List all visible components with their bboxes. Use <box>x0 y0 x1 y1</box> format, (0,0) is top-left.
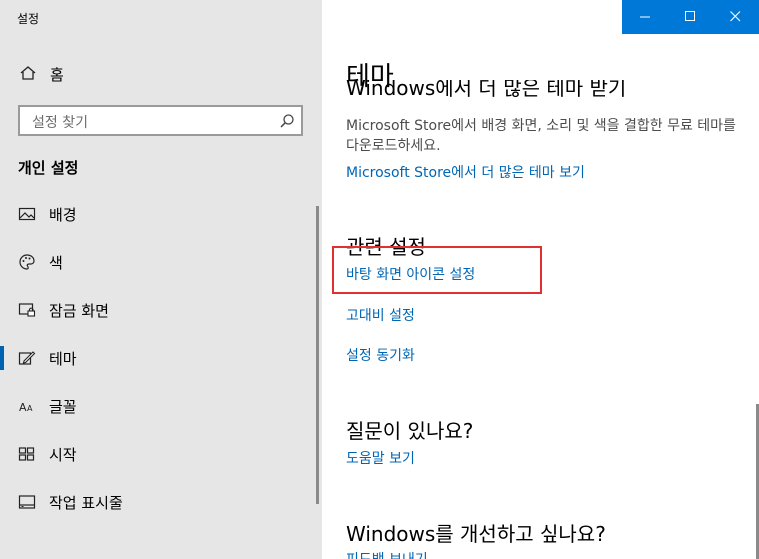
get-help-link[interactable]: 도움말 보기 <box>346 448 415 468</box>
close-icon <box>730 11 741 22</box>
window-title: 설정 <box>17 12 40 26</box>
search-icon[interactable] <box>279 113 295 129</box>
feedback-link[interactable]: 피드백 보내기 <box>346 549 428 559</box>
close-button[interactable] <box>713 0 758 34</box>
sidebar-item-home[interactable]: 홈 <box>0 59 322 89</box>
search-input[interactable]: 설정 찾기 <box>18 105 303 136</box>
section-title: 개인 설정 <box>18 159 79 177</box>
main-content: 테마 Windows에서 더 많은 테마 받기 Microsoft Store에… <box>322 0 759 559</box>
high-contrast-settings-link[interactable]: 고대비 설정 <box>346 305 415 325</box>
sync-settings-link[interactable]: 설정 동기화 <box>346 345 415 365</box>
theme-icon <box>18 349 36 367</box>
sidebar-item-lock-screen[interactable]: 잠금 화면 <box>0 290 316 330</box>
minimize-button[interactable] <box>623 0 668 34</box>
sidebar-item-label: 시작 <box>49 446 77 464</box>
start-icon <box>18 445 36 463</box>
sidebar-item-label: 색 <box>49 254 63 272</box>
minimize-icon <box>640 16 650 18</box>
image-icon <box>18 205 36 223</box>
question-heading: 질문이 있나요? <box>346 419 474 443</box>
maximize-icon <box>685 11 695 21</box>
search-placeholder: 설정 찾기 <box>32 115 88 131</box>
lock-screen-icon <box>18 301 36 319</box>
maximize-button[interactable] <box>668 0 713 34</box>
sidebar-item-start[interactable]: 시작 <box>0 434 316 474</box>
home-icon <box>19 64 37 82</box>
font-icon: AA <box>18 397 36 415</box>
sidebar-item-label: 작업 표시줄 <box>49 494 123 512</box>
sidebar-item-fonts[interactable]: AA 글꼴 <box>0 386 316 426</box>
sidebar-item-label: 글꼴 <box>49 398 77 416</box>
store-description: Microsoft Store에서 배경 화면, 소리 및 색을 결합한 무료 … <box>346 118 736 154</box>
svg-text:A: A <box>27 404 33 413</box>
sidebar-item-taskbar[interactable]: 작업 표시줄 <box>0 482 316 522</box>
palette-icon <box>18 253 36 271</box>
sidebar-item-color[interactable]: 색 <box>0 242 316 282</box>
sidebar: 설정 홈 설정 찾기 개인 설정 배경 색 잠금 화면 테마 A A 글꼴 시작… <box>0 0 322 559</box>
get-themes-heading: Windows에서 더 많은 테마 받기 <box>346 80 627 100</box>
sidebar-item-label: 홈 <box>50 66 64 84</box>
store-themes-link[interactable]: Microsoft Store에서 더 많은 테마 보기 <box>346 162 585 182</box>
sidebar-item-label: 배경 <box>49 206 77 224</box>
sidebar-item-label: 테마 <box>49 350 77 368</box>
title-bar-controls <box>622 0 759 34</box>
improve-windows-heading: Windows를 개선하고 싶나요? <box>346 522 606 546</box>
sidebar-scrollbar[interactable] <box>316 206 319 504</box>
sidebar-item-theme[interactable]: 테마 <box>0 338 316 378</box>
taskbar-icon <box>18 493 36 511</box>
desktop-icon-settings-link[interactable]: 바탕 화면 아이콘 설정 <box>346 264 475 284</box>
sidebar-item-background[interactable]: 배경 <box>0 194 316 234</box>
sidebar-item-label: 잠금 화면 <box>49 302 109 320</box>
svg-text:A: A <box>19 401 27 414</box>
settings-window: 설정 홈 설정 찾기 개인 설정 배경 색 잠금 화면 테마 A A 글꼴 시작… <box>0 0 759 559</box>
